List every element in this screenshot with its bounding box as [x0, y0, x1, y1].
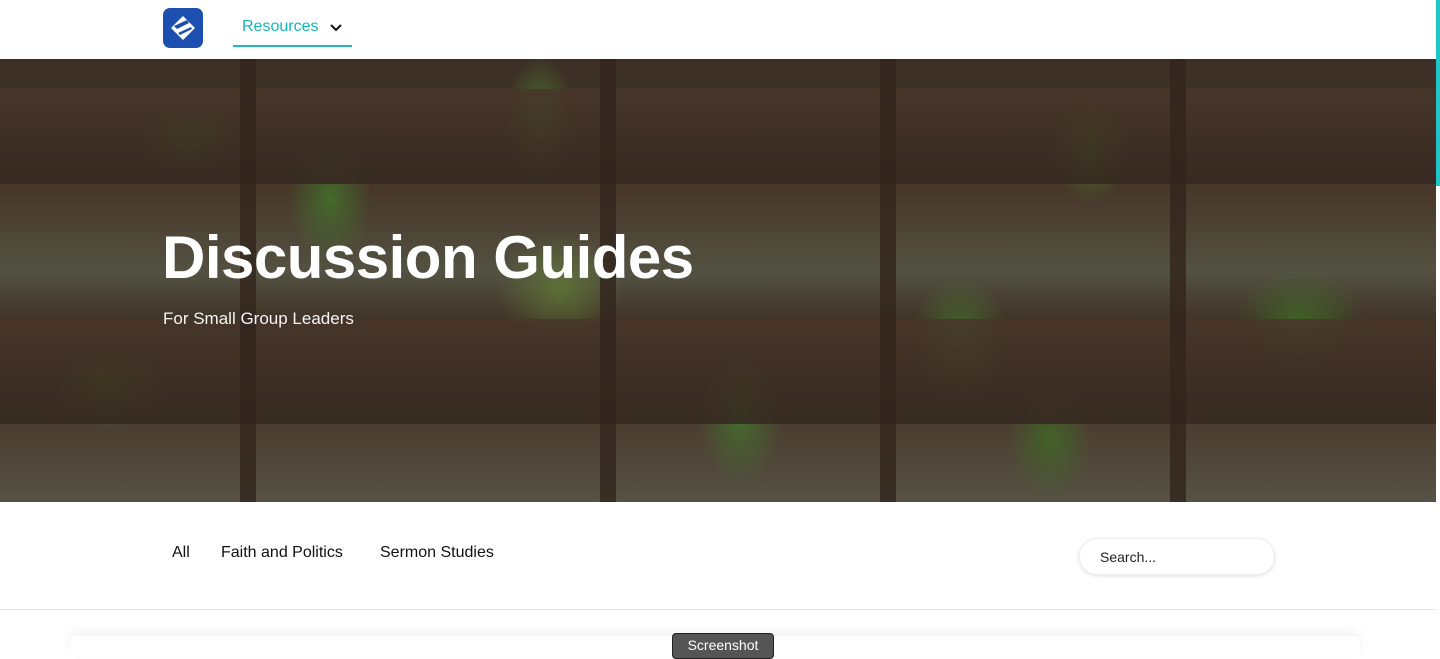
- hero-banner: Discussion Guides For Small Group Leader…: [0, 59, 1436, 502]
- brand-logo-icon: [171, 16, 195, 40]
- page-subtitle: For Small Group Leaders: [163, 309, 354, 328]
- search-input[interactable]: [1079, 538, 1275, 575]
- scroll-accent-bar: [1436, 0, 1440, 186]
- site-logo[interactable]: [163, 8, 203, 48]
- filter-faith-and-politics[interactable]: Faith and Politics: [221, 544, 343, 562]
- page-title: Discussion Guides: [162, 224, 694, 291]
- filter-sermon-studies[interactable]: Sermon Studies: [380, 544, 494, 562]
- nav-resources-dropdown[interactable]: Resources: [233, 8, 352, 47]
- filter-all[interactable]: All: [172, 544, 190, 562]
- top-nav: Resources: [0, 0, 1436, 59]
- nav-resources-label: Resources: [242, 17, 319, 35]
- chevron-down-icon: [330, 23, 343, 32]
- filter-bar: All Faith and Politics Sermon Studies: [0, 502, 1436, 610]
- screenshot-button[interactable]: Screenshot: [672, 633, 774, 659]
